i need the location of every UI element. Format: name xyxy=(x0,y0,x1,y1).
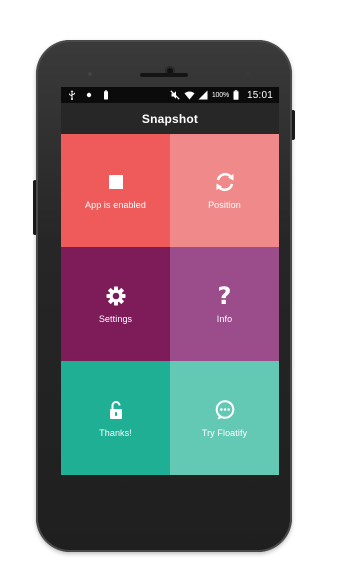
gear-icon xyxy=(105,285,127,307)
question-icon: ? xyxy=(217,281,232,310)
tile-try-floatify[interactable]: Try Floatify xyxy=(170,361,279,475)
earpiece xyxy=(140,73,188,77)
tile-label: Settings xyxy=(98,313,133,324)
device-mockup: 100% 15:01 Snapshot App is enabled Posit… xyxy=(0,0,340,575)
tile-settings[interactable]: Settings xyxy=(61,247,170,361)
tile-info[interactable]: ? Info xyxy=(170,247,279,361)
tile-label: App is enabled xyxy=(85,200,146,210)
tile-label: Try Floatify xyxy=(201,427,248,438)
tile-thanks[interactable]: Thanks! xyxy=(61,361,170,475)
light-sensor xyxy=(246,71,250,75)
rotate-icon xyxy=(214,171,236,193)
status-bar: 100% 15:01 xyxy=(61,87,279,103)
unlock-icon xyxy=(105,399,127,421)
app-bar: Snapshot xyxy=(61,103,279,134)
dot-icon xyxy=(84,90,94,100)
battery-saver-icon xyxy=(101,90,111,100)
mute-icon xyxy=(170,90,180,100)
battery-percent: 100% xyxy=(211,91,229,99)
tile-label: Info xyxy=(216,313,233,324)
chat-bubble-icon xyxy=(214,399,236,421)
stop-square-icon xyxy=(105,171,127,193)
phone-screen: 100% 15:01 Snapshot App is enabled Posit… xyxy=(61,87,279,475)
tile-app-enabled[interactable]: App is enabled xyxy=(61,134,170,247)
wifi-icon xyxy=(184,90,195,100)
tile-label: Position xyxy=(208,200,241,210)
proximity-sensor xyxy=(88,72,92,76)
usb-icon xyxy=(67,90,77,100)
tile-position[interactable]: Position xyxy=(170,134,279,247)
tile-grid: App is enabled Position Settings ? Info … xyxy=(61,134,279,475)
app-title: Snapshot xyxy=(141,111,199,126)
signal-icon xyxy=(198,90,208,100)
battery-icon xyxy=(233,90,239,100)
tile-label: Thanks! xyxy=(99,427,132,438)
status-clock: 15:01 xyxy=(246,89,273,101)
